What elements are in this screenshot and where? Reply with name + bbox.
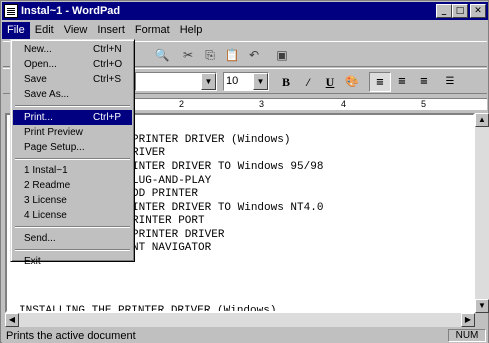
menu-item-save[interactable]: Save Ctrl+S — [13, 72, 132, 87]
doc-line: RIVER — [132, 147, 166, 159]
chevron-down-icon[interactable]: ▼ — [201, 73, 216, 90]
menu-format[interactable]: Format — [130, 22, 175, 39]
menu-item-recent-3[interactable]: 3 License — [13, 193, 132, 208]
menu-item-new[interactable]: New... Ctrl+N — [13, 42, 132, 57]
doc-line: DD PRINTER — [132, 188, 199, 200]
ruler-mark: 2 — [179, 99, 185, 109]
insert-object-icon[interactable]: ▣ — [271, 45, 293, 65]
menu-item-recent-1[interactable]: 1 Instal~1 — [13, 163, 132, 178]
align-center-icon[interactable]: ≡ — [391, 72, 413, 92]
menu-item-recent-4[interactable]: 4 License — [13, 208, 132, 223]
menu-item-page-setup[interactable]: Page Setup... — [13, 140, 132, 155]
menu-item-open[interactable]: Open... Ctrl+O — [13, 57, 132, 72]
align-left-icon[interactable]: ≡ — [369, 72, 391, 92]
doc-line: INTER DRIVER TO Windows NT4.0 — [132, 202, 324, 214]
font-name-combo[interactable]: ▼ — [135, 72, 217, 91]
num-lock-indicator: NUM — [448, 329, 486, 342]
doc-line: NT NAVIGATOR — [132, 242, 212, 254]
align-right-icon[interactable]: ≡ — [413, 72, 435, 92]
italic-button[interactable]: / — [297, 72, 319, 92]
bullets-icon[interactable]: ☰ — [439, 72, 461, 92]
minimize-button[interactable]: _ — [436, 4, 452, 18]
doc-line: RINTER PORT — [132, 215, 205, 227]
menu-insert[interactable]: Insert — [92, 22, 130, 39]
file-menu-dropdown: New... Ctrl+N Open... Ctrl+O Save Ctrl+S Sa… — [10, 39, 135, 267]
cut-icon[interactable]: ✂ — [177, 45, 199, 65]
ruler-mark: 3 — [259, 99, 265, 109]
font-size-value: 10 — [226, 75, 239, 87]
menu-item-print-preview[interactable]: Print Preview — [13, 125, 132, 140]
window-title: Instal~1 - WordPad — [21, 5, 121, 17]
chevron-down-icon[interactable]: ▼ — [253, 73, 268, 90]
menu-item-recent-2[interactable]: 2 Readme — [13, 178, 132, 193]
scroll-left-icon[interactable]: ◀ — [5, 313, 19, 327]
menu-view[interactable]: View — [59, 22, 93, 39]
wordpad-icon[interactable] — [4, 4, 18, 18]
find-icon[interactable]: 🔍 — [151, 45, 173, 65]
menu-edit[interactable]: Edit — [30, 22, 59, 39]
color-icon[interactable]: 🎨 — [341, 72, 363, 92]
bold-button[interactable]: B — [275, 72, 297, 92]
menu-file[interactable]: File — [2, 21, 30, 39]
undo-icon[interactable]: ↶ — [243, 45, 265, 65]
doc-line: INSTALLING THE PRINTER DRIVER (Windows) — [19, 305, 277, 313]
menu-bar: File Edit View Insert Format Help — [2, 21, 488, 39]
menu-separator — [13, 223, 132, 231]
menu-item-print[interactable]: Print... Ctrl+P — [13, 110, 132, 125]
doc-line: LUG-AND-PLAY — [132, 175, 212, 187]
scroll-down-icon[interactable]: ▼ — [475, 299, 489, 313]
underline-button[interactable]: U — [319, 72, 341, 92]
menu-item-exit[interactable]: Exit — [13, 254, 132, 269]
menu-help[interactable]: Help — [175, 22, 208, 39]
horizontal-scrollbar[interactable]: ◀ ▶ — [5, 313, 475, 327]
menu-separator — [13, 155, 132, 163]
status-bar: Prints the active document NUM — [2, 328, 488, 343]
scroll-up-icon[interactable]: ▲ — [475, 113, 489, 127]
menu-separator — [13, 246, 132, 254]
doc-line: PRINTER DRIVER (Windows) — [132, 134, 291, 146]
copy-icon[interactable]: ⎘ — [199, 45, 221, 65]
doc-line: INTER DRIVER TO Windows 95/98 — [132, 161, 324, 173]
vertical-scrollbar[interactable]: ▲ ▼ — [475, 113, 489, 313]
doc-line: PRINTER DRIVER — [132, 229, 225, 241]
menu-separator — [13, 102, 132, 110]
menu-item-save-as[interactable]: Save As... — [13, 87, 132, 102]
wordpad-window: Instal~1 - WordPad _ □ ✕ File Edit View … — [0, 0, 489, 343]
menu-item-send[interactable]: Send... — [13, 231, 132, 246]
maximize-button[interactable]: □ — [452, 4, 468, 18]
scroll-right-icon[interactable]: ▶ — [461, 313, 475, 327]
font-size-combo[interactable]: 10 ▼ — [223, 72, 269, 91]
close-button[interactable]: ✕ — [470, 4, 486, 18]
status-text: Prints the active document — [6, 329, 136, 342]
ruler-mark: 4 — [341, 99, 347, 109]
paste-icon[interactable]: 📋 — [221, 45, 243, 65]
title-bar[interactable]: Instal~1 - WordPad _ □ ✕ — [2, 2, 488, 20]
ruler-mark: 5 — [421, 99, 427, 109]
